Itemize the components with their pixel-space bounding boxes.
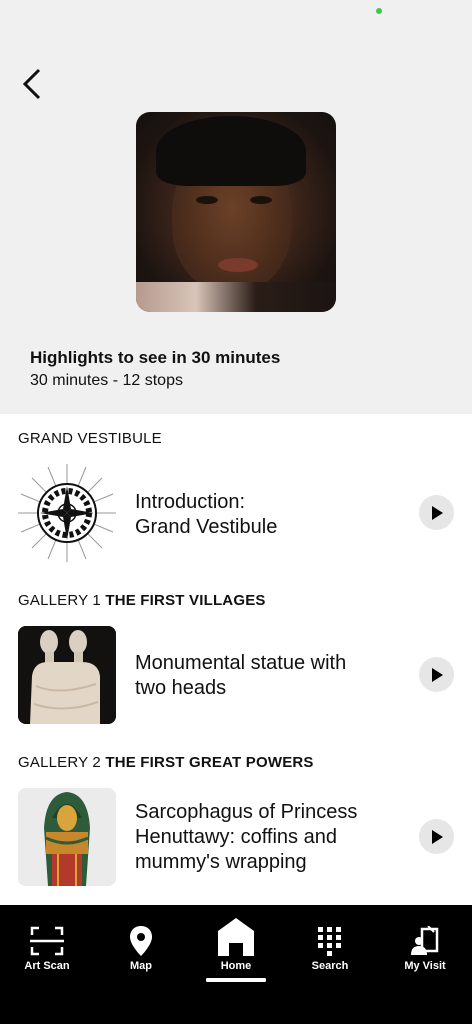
tab-label: Art Scan — [24, 960, 70, 972]
map-pin-icon — [94, 923, 188, 959]
portrait-hair — [156, 116, 306, 186]
tab-my-visit[interactable]: My Visit — [378, 905, 472, 985]
stop-title: Sarcophagus of Princess Henuttawy: coffi… — [135, 800, 405, 875]
keypad-icon — [283, 923, 377, 959]
stop-title-line: Sarcophagus of Princess — [135, 801, 358, 823]
chevron-left-icon — [22, 68, 41, 100]
tour-duration-stops: 30 minutes - 12 stops — [30, 372, 183, 389]
scan-icon — [0, 923, 94, 959]
stop-thumbnail — [18, 464, 116, 562]
my-visit-icon — [378, 923, 472, 959]
status-indicator-dot — [376, 8, 382, 14]
tour-title: Highlights to see in 30 minutes — [30, 348, 281, 367]
portrait-eye — [250, 196, 272, 204]
active-tab-indicator — [206, 978, 266, 982]
tab-label: My Visit — [404, 960, 446, 972]
tab-label: Search — [311, 960, 349, 972]
play-audio-button[interactable] — [419, 819, 454, 854]
sarcophagus-image — [18, 788, 116, 886]
section-heading-bold: THE FIRST VILLAGES — [105, 592, 266, 609]
stop-thumbnail — [18, 626, 116, 724]
section-heading-grand-vestibule: GRAND VESTIBULE — [18, 430, 162, 447]
stop-title-line: Grand Vestibule — [135, 516, 278, 538]
tour-header: Highlights to see in 30 minutes 30 minut… — [0, 0, 472, 414]
tab-label: Home — [220, 960, 252, 972]
stop-thumbnail — [18, 788, 116, 886]
tab-search[interactable]: Search — [283, 905, 377, 985]
portrait-collar — [136, 282, 336, 312]
portrait-lips — [218, 258, 258, 272]
stop-title-line: Henuttawy: coffins and — [135, 826, 337, 848]
stop-title-line: Introduction: — [135, 491, 246, 513]
bottom-tab-bar: Art Scan Map Home Search My Visit — [0, 905, 472, 1024]
play-icon — [431, 505, 443, 520]
stop-title: Introduction: Grand Vestibule — [135, 490, 405, 540]
play-audio-button[interactable] — [419, 495, 454, 530]
statue-image — [18, 626, 116, 724]
back-button[interactable] — [12, 62, 52, 106]
stop-title-line: Monumental statue with — [135, 652, 347, 674]
stop-sarcophagus-henuttawy[interactable]: Sarcophagus of Princess Henuttawy: coffi… — [0, 788, 472, 888]
section-heading-gallery-2: GALLERY 2 THE FIRST GREAT POWERS — [18, 754, 314, 771]
play-audio-button[interactable] — [419, 657, 454, 692]
play-icon — [431, 667, 443, 682]
section-heading-bold: THE FIRST GREAT POWERS — [105, 754, 314, 771]
stop-monumental-statue[interactable]: Monumental statue with two heads — [0, 626, 472, 726]
section-heading-label: GALLERY 1 — [18, 592, 106, 609]
section-heading-gallery-1: GALLERY 1 THE FIRST VILLAGES — [18, 592, 266, 609]
stop-title: Monumental statue with two heads — [135, 651, 405, 701]
section-heading-label: GALLERY 2 — [18, 754, 106, 771]
tab-home[interactable]: Home — [189, 905, 283, 985]
section-heading-label: GRAND VESTIBULE — [18, 430, 162, 447]
stop-title-line: two heads — [135, 677, 227, 699]
tour-hero-image — [136, 112, 336, 312]
play-icon — [431, 829, 443, 844]
compass-rose-icon — [18, 464, 116, 562]
stop-introduction-grand-vestibule[interactable]: Introduction: Grand Vestibule — [0, 464, 472, 564]
tab-label: Map — [130, 960, 152, 972]
tab-art-scan[interactable]: Art Scan — [0, 905, 94, 985]
portrait-eye — [196, 196, 218, 204]
stop-title-line: mummy's wrapping — [135, 851, 307, 873]
home-icon — [189, 915, 283, 959]
tab-map[interactable]: Map — [94, 905, 188, 985]
